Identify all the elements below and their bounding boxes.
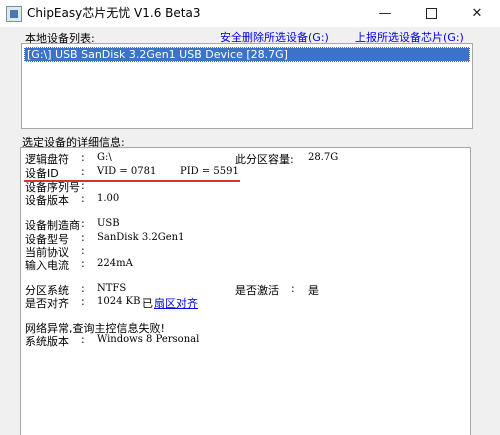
serial-sep: : [81,179,85,192]
vid-value: VID = 0781 [97,166,157,177]
version-key: 设备版本 [25,194,69,207]
drive-letter-sep: : [81,151,85,164]
pid-value: PID = 5591 [180,166,239,177]
os-value: Windows 8 Personal [97,334,200,345]
title-bar: ChipEasy芯片无忧 V1.6 Beta3 — ✕ [0,0,500,27]
partition-capacity-value: 28.7G [308,152,339,163]
os-key: 系统版本 [25,335,69,348]
filesystem-sep: : [81,282,85,295]
vendor-value: USB [97,218,120,229]
model-sep: : [81,231,85,244]
filesystem-value: NTFS [97,283,127,294]
aligned-key: 是否对齐 [25,297,69,310]
device-list[interactable]: [G:\] USB SanDisk 3.2Gen1 USB Device [28… [21,43,473,129]
os-sep: : [81,333,85,346]
aligned-sep: : [81,295,85,308]
device-list-item[interactable]: [G:\] USB SanDisk 3.2Gen1 USB Device [28… [24,47,470,62]
activated-sep: : [291,282,295,295]
protocol-sep: : [81,244,85,257]
current-sep: : [81,257,85,270]
minimize-icon: — [378,6,392,21]
device-id-sep: : [81,165,85,178]
model-value: SanDisk 3.2Gen1 [97,232,185,243]
close-icon: ✕ [471,6,483,21]
aligned-value: 1024 KB [97,296,141,307]
current-value: 224mA [97,258,133,269]
activated-value: 是 [308,284,319,297]
version-value: 1.00 [97,193,120,204]
sector-align-link[interactable]: 扇区对齐 [154,295,198,311]
vendor-sep: : [81,217,85,230]
activated-key: 是否激活 [235,284,279,297]
details-panel[interactable]: 逻辑盘符 : G:\ 此分区容量: 28.7G 设备ID : VID = 078… [20,147,471,435]
version-sep: : [81,192,85,205]
minimize-button[interactable]: — [362,0,408,27]
aligned-status: 已 [142,297,153,310]
maximize-button[interactable] [408,0,454,27]
current-key: 输入电流 [25,259,69,272]
partition-capacity-key: 此分区容量: [235,153,294,166]
drive-letter-value: G:\ [97,152,112,163]
window-title: ChipEasy芯片无忧 V1.6 Beta3 [27,6,201,20]
maximize-icon [425,8,437,19]
close-button[interactable]: ✕ [454,0,500,27]
app-icon [6,6,22,22]
